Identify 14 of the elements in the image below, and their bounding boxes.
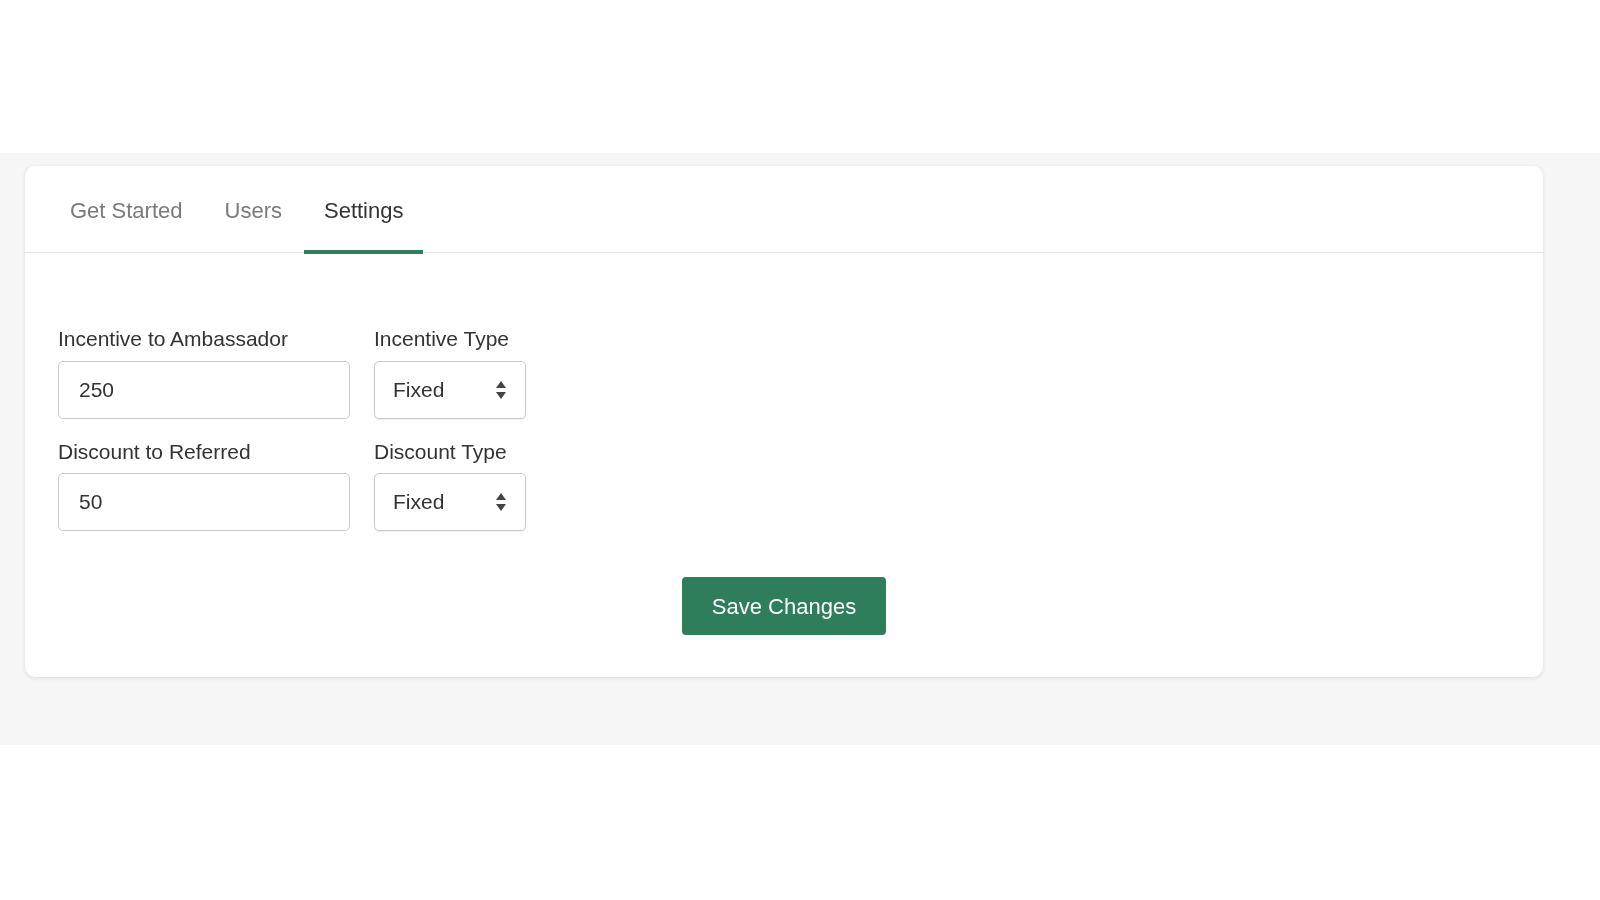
input-field[interactable]: 250 — [58, 360, 350, 419]
input-field[interactable]: 50 — [58, 473, 350, 531]
type-dropdown[interactable]: Fixed — [374, 473, 526, 531]
tab[interactable]: Users — [204, 166, 302, 254]
type-dropdown[interactable]: Fixed — [374, 360, 526, 419]
up-down-caret-icon — [495, 379, 507, 400]
field-label: Incentive Type — [374, 326, 511, 352]
save-changes-button[interactable]: Save Changes — [682, 577, 886, 635]
up-down-caret-icon — [495, 492, 507, 512]
field-label: Discount to Referred — [58, 438, 252, 465]
field-label: Discount Type — [374, 438, 508, 465]
field-label: Incentive to Ambassador — [58, 326, 289, 352]
tab[interactable]: Get Started — [50, 166, 203, 254]
tab[interactable]: Settings — [303, 166, 424, 254]
